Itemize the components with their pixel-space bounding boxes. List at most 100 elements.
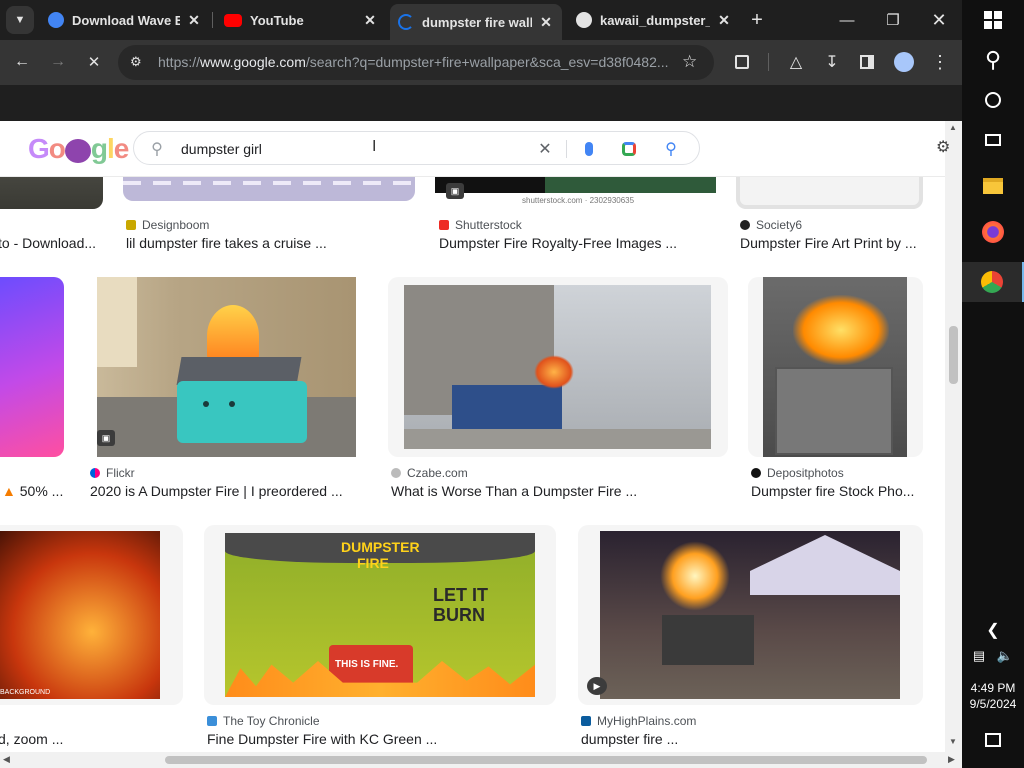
tab-kawaii-dumpster[interactable]: kawaii_dumpster_fi ✕	[568, 4, 740, 36]
system-clock[interactable]: 4:49 PM 9/5/2024	[962, 680, 1024, 712]
close-icon[interactable]: ✕	[538, 14, 554, 31]
notifications-button[interactable]	[977, 724, 1009, 756]
result-title[interactable]: d, zoom ...	[0, 731, 63, 747]
shutterstock-favicon-icon	[439, 220, 449, 230]
result-title[interactable]: dumpster fire ...	[581, 731, 678, 747]
result-source[interactable]: The Toy Chronicle	[207, 714, 320, 728]
google-doodle-logo[interactable]: Go gle	[28, 133, 129, 165]
result-image[interactable]	[97, 277, 356, 457]
voice-search-button[interactable]	[578, 138, 600, 160]
youtube-icon	[224, 13, 242, 27]
arrow-left-icon: ←	[14, 53, 30, 70]
tent-shape	[750, 535, 900, 595]
extensions-button[interactable]	[728, 48, 756, 76]
fire-photo	[0, 531, 160, 699]
result-image[interactable]: DUMPSTER FIRE LET IT BURN THIS IS FINE.	[204, 525, 556, 705]
search-input[interactable]: dumpster girl	[181, 141, 262, 157]
loading-spinner-icon	[398, 14, 414, 30]
tab-search-button[interactable]: ▼	[6, 6, 34, 34]
chrome-button[interactable]	[962, 262, 1024, 302]
search-submit-button[interactable]: ⚲	[660, 138, 682, 160]
chevron-left-icon: ❮	[986, 622, 1000, 639]
file-explorer-button[interactable]	[977, 170, 1009, 202]
network-button[interactable]: ▤	[968, 640, 990, 672]
clear-search-button[interactable]: ✕	[534, 138, 556, 160]
start-button[interactable]	[977, 4, 1009, 36]
restore-button[interactable]: ❐	[870, 0, 916, 40]
result-source[interactable]: Designboom	[126, 218, 209, 232]
close-icon: ✕	[87, 54, 101, 71]
task-view-button[interactable]	[977, 124, 1009, 156]
result-source[interactable]: Society6	[740, 218, 802, 232]
search-button[interactable]: ⚲	[977, 44, 1009, 76]
close-window-button[interactable]: ✕	[916, 0, 962, 40]
result-image[interactable]	[748, 277, 923, 457]
result-title[interactable]: What is Worse Than a Dumpster Fire ...	[391, 483, 637, 499]
result-title[interactable]: Dumpster Fire Royalty-Free Images ...	[439, 235, 677, 251]
cortana-circle-icon	[985, 92, 1001, 108]
result-image[interactable]	[578, 525, 923, 705]
search-icon: ⚲	[665, 141, 677, 158]
side-panel-button[interactable]	[853, 48, 881, 76]
chrome-icon	[981, 271, 1003, 293]
tab-youtube[interactable]: YouTube ✕	[216, 4, 386, 36]
result-source[interactable]: MyHighPlains.com	[581, 714, 696, 728]
menu-button[interactable]: ⋮	[926, 48, 954, 76]
globe-icon	[576, 12, 592, 28]
lens-search-button[interactable]	[618, 138, 640, 160]
result-title[interactable]: ▲ 50% ...	[2, 483, 63, 499]
result-source[interactable]: Flickr	[90, 466, 135, 480]
volume-button[interactable]: 🔈	[994, 640, 1016, 672]
close-icon[interactable]: ✕	[186, 12, 202, 29]
scroll-left-icon[interactable]: ◀	[3, 754, 10, 765]
result-title[interactable]: lil dumpster fire takes a cruise ...	[126, 235, 327, 251]
microphone-icon	[585, 142, 593, 156]
site-info-icon[interactable]: ⚙	[130, 54, 142, 70]
stop-loading-button[interactable]: ✕	[80, 48, 108, 76]
profile-button[interactable]	[890, 48, 918, 76]
close-icon[interactable]: ✕	[716, 12, 732, 29]
result-title[interactable]: to - Download...	[0, 235, 96, 251]
result-image[interactable]: BACKGROUND	[0, 525, 183, 705]
result-source[interactable]: Depositphotos	[751, 466, 844, 480]
text-cursor-icon: I	[372, 138, 377, 155]
firefox-button[interactable]	[977, 216, 1009, 248]
result-title[interactable]: Dumpster fire Stock Pho...	[751, 483, 914, 499]
vertical-scroll-thumb[interactable]	[949, 326, 958, 384]
vertical-scrollbar[interactable]: ▲ ▼	[945, 121, 962, 752]
close-icon[interactable]: ✕	[362, 12, 378, 29]
result-title[interactable]: Fine Dumpster Fire with KC Green ...	[207, 731, 437, 747]
result-source[interactable]: Shutterstock	[439, 218, 522, 232]
labs-button[interactable]: △	[782, 48, 810, 76]
restore-icon: ❐	[886, 12, 900, 29]
new-tab-button[interactable]: +	[734, 0, 780, 40]
forward-button[interactable]: →	[44, 48, 72, 76]
source-label: Society6	[756, 218, 803, 232]
tab-dumpster-fire-wallpaper[interactable]: dumpster fire wallp ✕	[390, 4, 562, 40]
scroll-right-icon[interactable]: ▶	[948, 754, 955, 765]
result-image[interactable]	[388, 277, 728, 457]
settings-gear-icon[interactable]: ⚙	[936, 137, 950, 157]
url-text[interactable]: https://www.google.com/search?q=dumpster…	[158, 54, 669, 70]
arrow-right-icon: →	[50, 53, 66, 70]
cortana-button[interactable]	[977, 84, 1009, 116]
address-bar[interactable]: ⚙ https://www.google.com/search?q=dumpst…	[118, 45, 714, 80]
logo-letter: o	[48, 133, 66, 164]
horizontal-scroll-thumb[interactable]	[165, 756, 927, 764]
result-title[interactable]: Dumpster Fire Art Print by ...	[740, 235, 917, 251]
result-image[interactable]	[0, 277, 64, 457]
search-box[interactable]: ⚲ dumpster girl I ✕ ⚲	[133, 131, 700, 165]
downloads-button[interactable]: ↧	[818, 48, 846, 76]
result-source[interactable]: Czabe.com	[391, 466, 468, 480]
bookmarks-bar	[0, 85, 962, 121]
horizontal-scrollbar[interactable]: ◀ ▶	[0, 752, 962, 768]
back-button[interactable]: ←	[8, 48, 36, 76]
tab-download-wave[interactable]: Download Wave Ex ✕	[40, 4, 210, 36]
scroll-down-icon[interactable]: ▼	[949, 737, 957, 746]
bookmark-star-icon[interactable]: ☆	[682, 52, 697, 72]
minimize-button[interactable]: —	[824, 0, 870, 40]
image-badge-icon: ▣	[97, 430, 115, 446]
scroll-up-icon[interactable]: ▲	[949, 123, 957, 132]
result-title[interactable]: 2020 is A Dumpster Fire | I preordered .…	[90, 483, 343, 499]
logo-letter: G	[28, 133, 50, 164]
